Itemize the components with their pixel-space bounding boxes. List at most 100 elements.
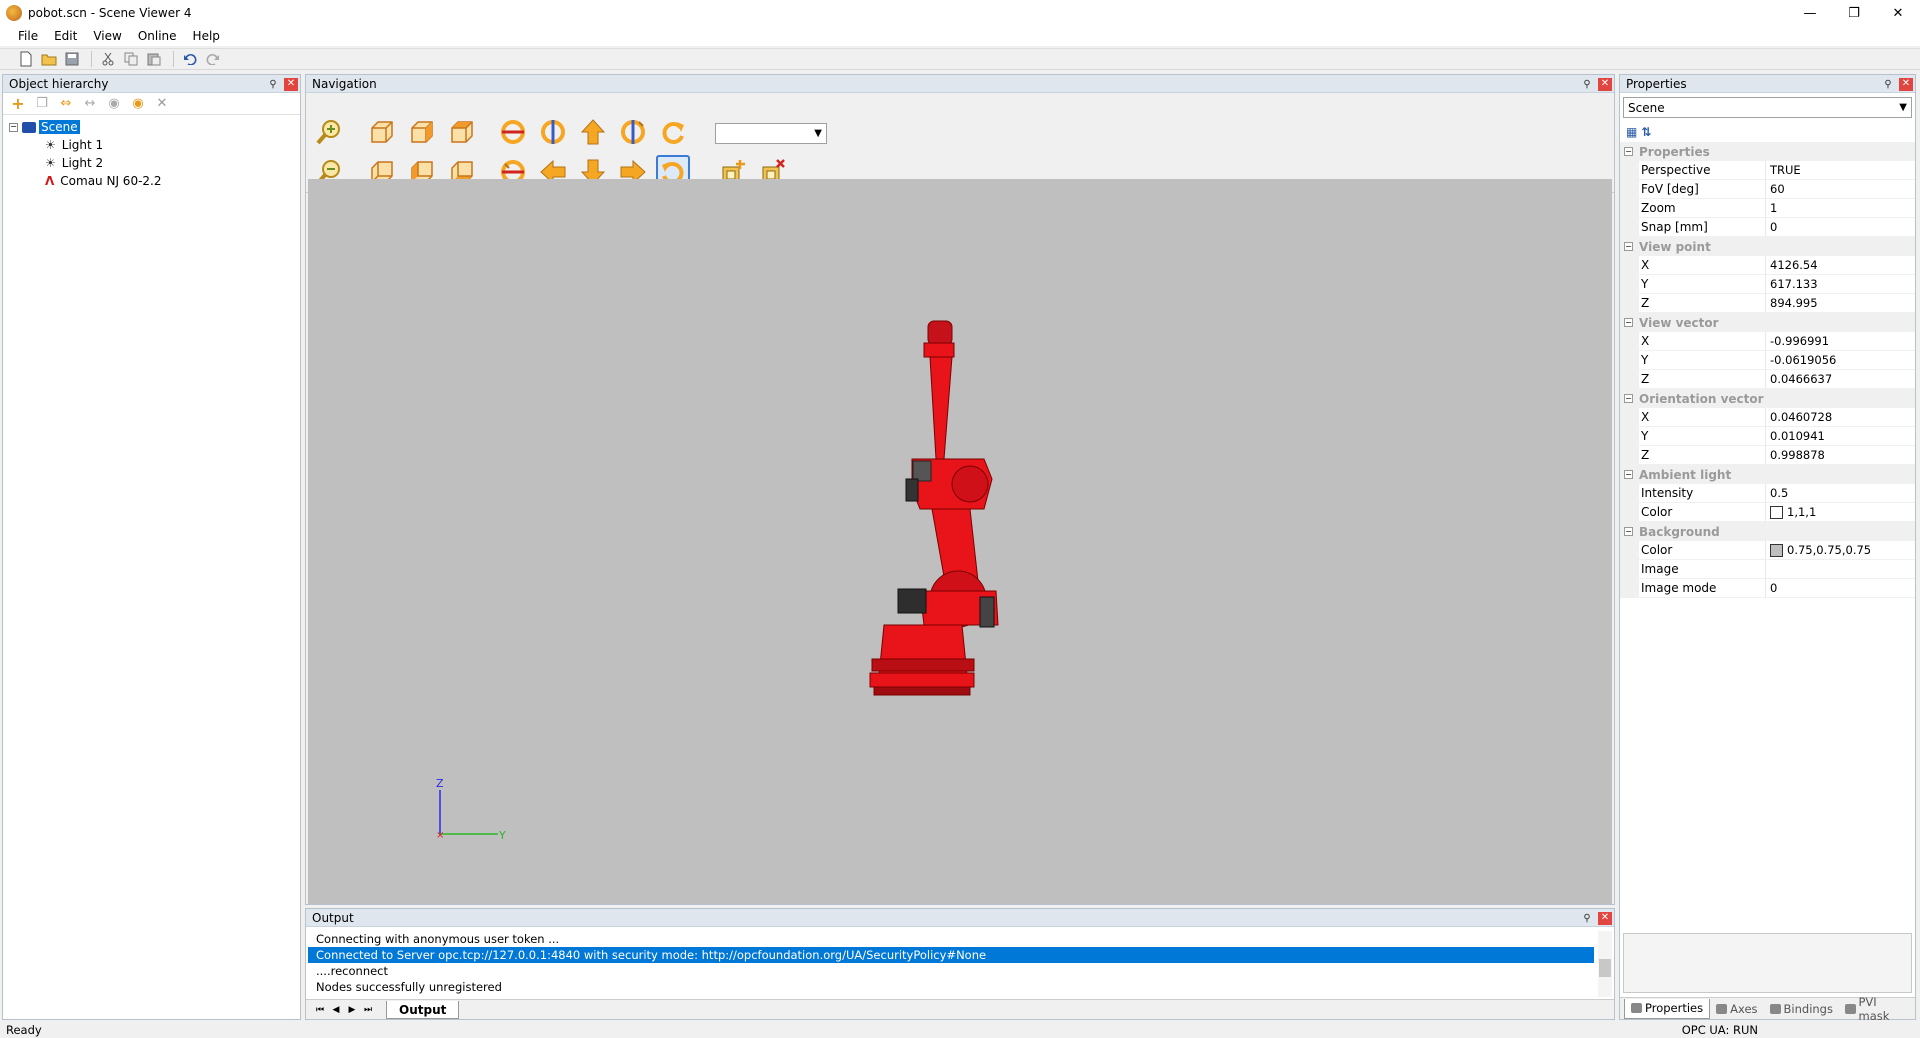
categorized-icon[interactable]: ▦: [1626, 125, 1637, 139]
prev-tab-icon[interactable]: ◀: [328, 1005, 344, 1015]
property-value[interactable]: 1,1,1: [1766, 503, 1915, 521]
view-side-icon[interactable]: [404, 115, 438, 149]
property-row[interactable]: Z 894.995: [1620, 294, 1915, 313]
show-icon[interactable]: ◉: [105, 96, 123, 112]
menu-file[interactable]: File: [10, 29, 46, 43]
close-button[interactable]: ✕: [1876, 0, 1920, 26]
tree-item-robot[interactable]: Λ Comau NJ 60-2.2: [9, 172, 294, 190]
log-line[interactable]: Connected to Server opc.tcp://127.0.0.1:…: [308, 947, 1594, 963]
property-row[interactable]: Z 0.0466637: [1620, 370, 1915, 389]
property-value[interactable]: 0.0460728: [1766, 408, 1915, 426]
property-category[interactable]: − Background: [1620, 522, 1915, 541]
property-value[interactable]: 1: [1766, 199, 1915, 217]
undo-icon[interactable]: [180, 50, 200, 68]
close-panel-icon[interactable]: ✕: [284, 77, 298, 91]
property-row[interactable]: FoV [deg] 60: [1620, 180, 1915, 199]
tab-bindings[interactable]: Bindings: [1764, 999, 1839, 1019]
close-panel-icon[interactable]: ✕: [1598, 77, 1612, 91]
paste-icon[interactable]: [144, 50, 164, 68]
collapse-toggle-icon[interactable]: −: [1624, 470, 1633, 479]
property-value[interactable]: -0.0619056: [1766, 351, 1915, 369]
property-category[interactable]: − Orientation vector: [1620, 389, 1915, 408]
property-value[interactable]: 0.998878: [1766, 446, 1915, 464]
property-row[interactable]: Perspective TRUE: [1620, 161, 1915, 180]
property-row[interactable]: Z 0.998878: [1620, 446, 1915, 465]
delete-icon[interactable]: ✕: [153, 96, 171, 112]
collapse-toggle-icon[interactable]: −: [1624, 527, 1633, 536]
output-scrollbar[interactable]: [1598, 931, 1612, 997]
expand-icon[interactable]: ⇔: [57, 96, 75, 112]
property-row[interactable]: Color 0.75,0.75,0.75: [1620, 541, 1915, 560]
property-row[interactable]: Image mode 0: [1620, 579, 1915, 598]
property-category[interactable]: − Ambient light: [1620, 465, 1915, 484]
property-row[interactable]: X -0.996991: [1620, 332, 1915, 351]
copy-icon[interactable]: [121, 50, 141, 68]
property-value[interactable]: -0.996991: [1766, 332, 1915, 350]
property-row[interactable]: Color 1,1,1: [1620, 503, 1915, 522]
close-panel-icon[interactable]: ✕: [1598, 911, 1612, 925]
property-row[interactable]: Zoom 1: [1620, 199, 1915, 218]
property-value[interactable]: 0.0466637: [1766, 370, 1915, 388]
pan-up-icon[interactable]: [576, 115, 610, 149]
scrollbar-thumb[interactable]: [1599, 959, 1611, 977]
menu-online[interactable]: Online: [130, 29, 185, 43]
saved-view-select[interactable]: ▼: [715, 123, 827, 144]
new-file-icon[interactable]: [16, 50, 36, 68]
collapse-toggle-icon[interactable]: −: [1624, 242, 1633, 251]
property-value[interactable]: 0: [1766, 579, 1915, 597]
rotate-up-icon[interactable]: [616, 115, 650, 149]
redo-icon[interactable]: [203, 50, 223, 68]
property-value[interactable]: 4126.54: [1766, 256, 1915, 274]
collapse-toggle-icon[interactable]: −: [1624, 147, 1633, 156]
menu-help[interactable]: Help: [185, 29, 228, 43]
view-front-icon[interactable]: [364, 115, 398, 149]
property-category[interactable]: − View point: [1620, 237, 1915, 256]
output-log[interactable]: Connecting with anonymous user token ...…: [308, 931, 1594, 995]
tree-item-scene[interactable]: − Scene: [9, 118, 294, 136]
property-value[interactable]: 60: [1766, 180, 1915, 198]
property-value[interactable]: 617.133: [1766, 275, 1915, 293]
log-line[interactable]: Connecting with anonymous user token ...: [308, 931, 1594, 947]
property-row[interactable]: X 0.0460728: [1620, 408, 1915, 427]
duplicate-icon[interactable]: ❐: [33, 96, 51, 112]
view-top-icon[interactable]: [444, 115, 478, 149]
rotate-vertical-icon[interactable]: [536, 115, 570, 149]
property-row[interactable]: Intensity 0.5: [1620, 484, 1915, 503]
open-folder-icon[interactable]: [39, 50, 59, 68]
collapse-toggle-icon[interactable]: −: [1624, 394, 1633, 403]
collapse-toggle-icon[interactable]: −: [9, 122, 18, 132]
property-value[interactable]: 894.995: [1766, 294, 1915, 312]
menu-view[interactable]: View: [85, 29, 129, 43]
collapse-icon[interactable]: ↔: [81, 96, 99, 112]
property-category[interactable]: − Properties: [1620, 142, 1915, 161]
object-select[interactable]: Scene ▼: [1623, 97, 1912, 118]
property-row[interactable]: Y 0.010941: [1620, 427, 1915, 446]
menu-edit[interactable]: Edit: [46, 29, 85, 43]
pin-icon[interactable]: ⚲: [1580, 911, 1594, 925]
minimize-button[interactable]: —: [1788, 0, 1832, 26]
property-value[interactable]: 0.5: [1766, 484, 1915, 502]
first-tab-icon[interactable]: ⏮: [312, 1005, 328, 1015]
property-value[interactable]: 0.010941: [1766, 427, 1915, 445]
rotate-left-icon[interactable]: [496, 115, 530, 149]
property-category[interactable]: − View vector: [1620, 313, 1915, 332]
property-value[interactable]: 0.75,0.75,0.75: [1766, 541, 1915, 559]
property-row[interactable]: X 4126.54: [1620, 256, 1915, 275]
pin-icon[interactable]: ⚲: [1881, 77, 1895, 91]
tree-item-light-1[interactable]: ☀ Light 1: [9, 136, 294, 154]
log-line[interactable]: ....reconnect: [308, 963, 1594, 979]
save-icon[interactable]: [62, 50, 82, 68]
tab-pvi-mask[interactable]: PVI mask: [1839, 995, 1915, 1023]
pin-icon[interactable]: ⚲: [1580, 77, 1594, 91]
rotate-clockwise-icon[interactable]: [656, 115, 690, 149]
zoom-in-icon[interactable]: [312, 115, 346, 149]
tree-item-light-2[interactable]: ☀ Light 2: [9, 154, 294, 172]
alphabetical-sort-icon[interactable]: ⇅: [1641, 125, 1651, 139]
property-value[interactable]: TRUE: [1766, 161, 1915, 179]
3d-viewport[interactable]: Z Y ×: [308, 179, 1612, 904]
collapse-toggle-icon[interactable]: −: [1624, 318, 1633, 327]
property-row[interactable]: Snap [mm] 0: [1620, 218, 1915, 237]
hide-icon[interactable]: ◉: [129, 96, 147, 112]
log-line[interactable]: Nodes successfully unregistered: [308, 979, 1594, 995]
cut-icon[interactable]: [98, 50, 118, 68]
